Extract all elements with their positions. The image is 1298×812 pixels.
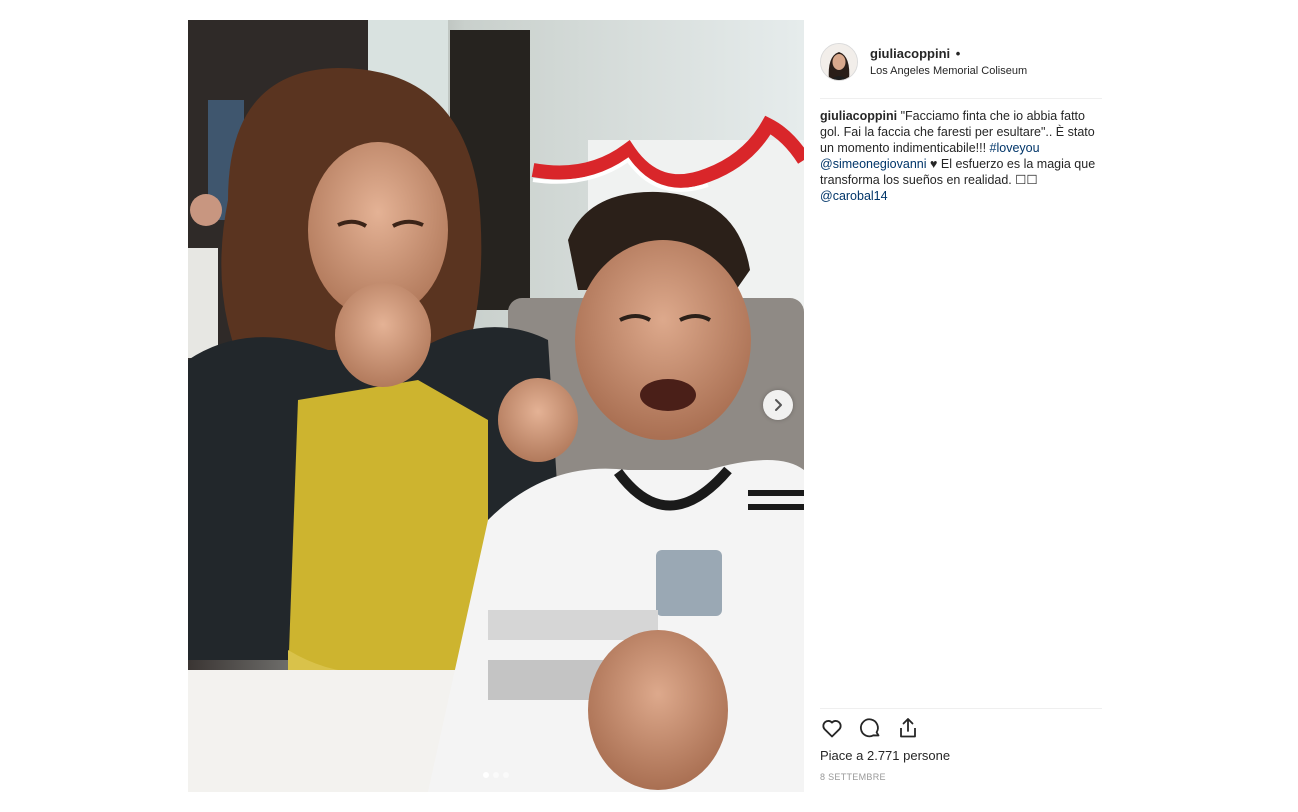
mention-link[interactable]: @carobal14 bbox=[820, 189, 888, 203]
username-link[interactable]: giuliacoppini bbox=[870, 46, 950, 61]
share-icon bbox=[900, 718, 916, 738]
separator-dot: • bbox=[955, 45, 961, 61]
post-caption: giuliacoppini "Facciamo finta che io abb… bbox=[820, 108, 1102, 204]
photo-illustration bbox=[188, 20, 804, 792]
hashtag-link[interactable]: #loveyou bbox=[990, 141, 1040, 155]
comment-icon bbox=[860, 718, 880, 738]
carousel-dots bbox=[188, 772, 804, 778]
post-photo[interactable] bbox=[188, 20, 804, 792]
next-slide-button[interactable] bbox=[763, 390, 793, 420]
chevron-right-icon bbox=[775, 399, 782, 411]
header-divider bbox=[820, 98, 1102, 99]
heart-icon bbox=[822, 720, 842, 738]
comment-button[interactable] bbox=[858, 716, 882, 740]
post-date: 8 SETTEMBRE bbox=[820, 772, 886, 782]
avatar[interactable] bbox=[820, 43, 858, 81]
likes-count[interactable]: Piace a 2.771 persone bbox=[820, 748, 950, 763]
avatar-icon bbox=[821, 44, 857, 80]
actions-divider bbox=[820, 708, 1102, 709]
carousel-dot bbox=[483, 772, 489, 778]
instagram-post: giuliacoppini • Los Angeles Memorial Col… bbox=[188, 20, 1104, 792]
post-sidebar: giuliacoppini • Los Angeles Memorial Col… bbox=[820, 20, 1102, 792]
mention-link[interactable]: @simeonegiovanni bbox=[820, 157, 927, 171]
share-button[interactable] bbox=[896, 716, 920, 740]
post-header: giuliacoppini • Los Angeles Memorial Col… bbox=[820, 40, 1102, 84]
carousel-dot bbox=[493, 772, 499, 778]
caption-username[interactable]: giuliacoppini bbox=[820, 109, 897, 123]
action-bar bbox=[820, 716, 920, 740]
carousel-dot bbox=[503, 772, 509, 778]
like-button[interactable] bbox=[820, 716, 844, 740]
location-link[interactable]: Los Angeles Memorial Coliseum bbox=[870, 64, 1027, 79]
